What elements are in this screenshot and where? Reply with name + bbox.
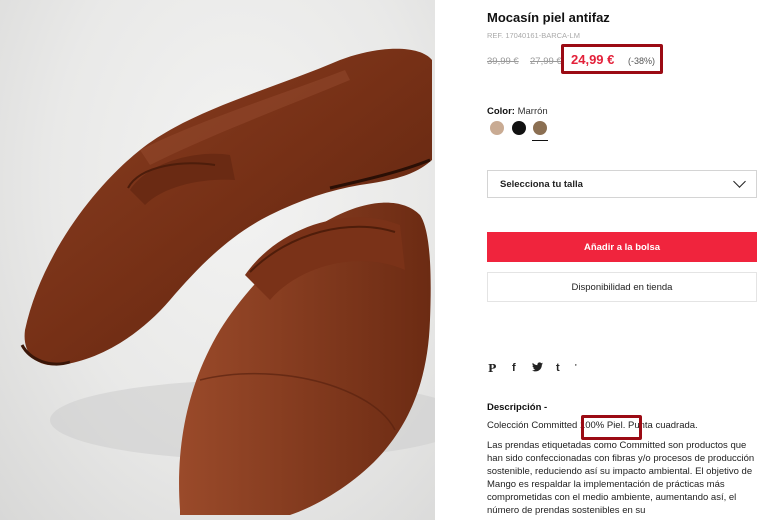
product-reference: REF. 17040161-BARCA-LM — [487, 31, 580, 40]
store-availability-label: Disponibilidad en tienda — [571, 281, 673, 293]
color-value: Marrón — [517, 106, 548, 117]
color-swatch-black[interactable] — [512, 121, 526, 135]
facebook-icon[interactable]: f — [512, 362, 516, 374]
size-select-label: Selecciona tu talla — [500, 178, 583, 190]
description-pre: Colección Committed — [487, 420, 580, 431]
add-to-bag-button[interactable]: Añadir a la bolsa — [487, 232, 757, 262]
previous-price: 27,99 € — [530, 56, 562, 67]
selected-swatch-indicator — [532, 140, 548, 141]
color-label-title: Color: — [487, 106, 515, 117]
add-to-bag-label: Añadir a la bolsa — [583, 241, 661, 253]
chevron-down-icon — [733, 175, 746, 188]
store-availability-button[interactable]: Disponibilidad en tienda — [487, 272, 757, 302]
twitter-icon[interactable] — [532, 362, 543, 375]
description-heading: Descripción - — [487, 402, 548, 413]
color-swatch-brown[interactable] — [533, 121, 547, 135]
tumblr-icon[interactable]: t — [556, 362, 560, 374]
original-price: 39,99 € — [487, 56, 519, 67]
discount-badge: (-38%) — [628, 56, 656, 66]
description-body: Las prendas etiquetadas como Committed s… — [487, 440, 755, 516]
size-select[interactable]: Selecciona tu talla — [487, 170, 757, 198]
material-highlight-box — [581, 415, 642, 440]
color-swatch-beige[interactable] — [490, 121, 504, 135]
more-share-icon[interactable]: ' — [575, 364, 577, 371]
pinterest-icon[interactable]: P — [488, 362, 496, 375]
color-label: Color: Marrón — [487, 106, 548, 117]
product-image[interactable] — [0, 0, 435, 520]
product-title: Mocasín piel antifaz — [487, 10, 610, 25]
loafer-illustration — [20, 48, 435, 515]
current-price: 24,99 € — [571, 52, 615, 67]
